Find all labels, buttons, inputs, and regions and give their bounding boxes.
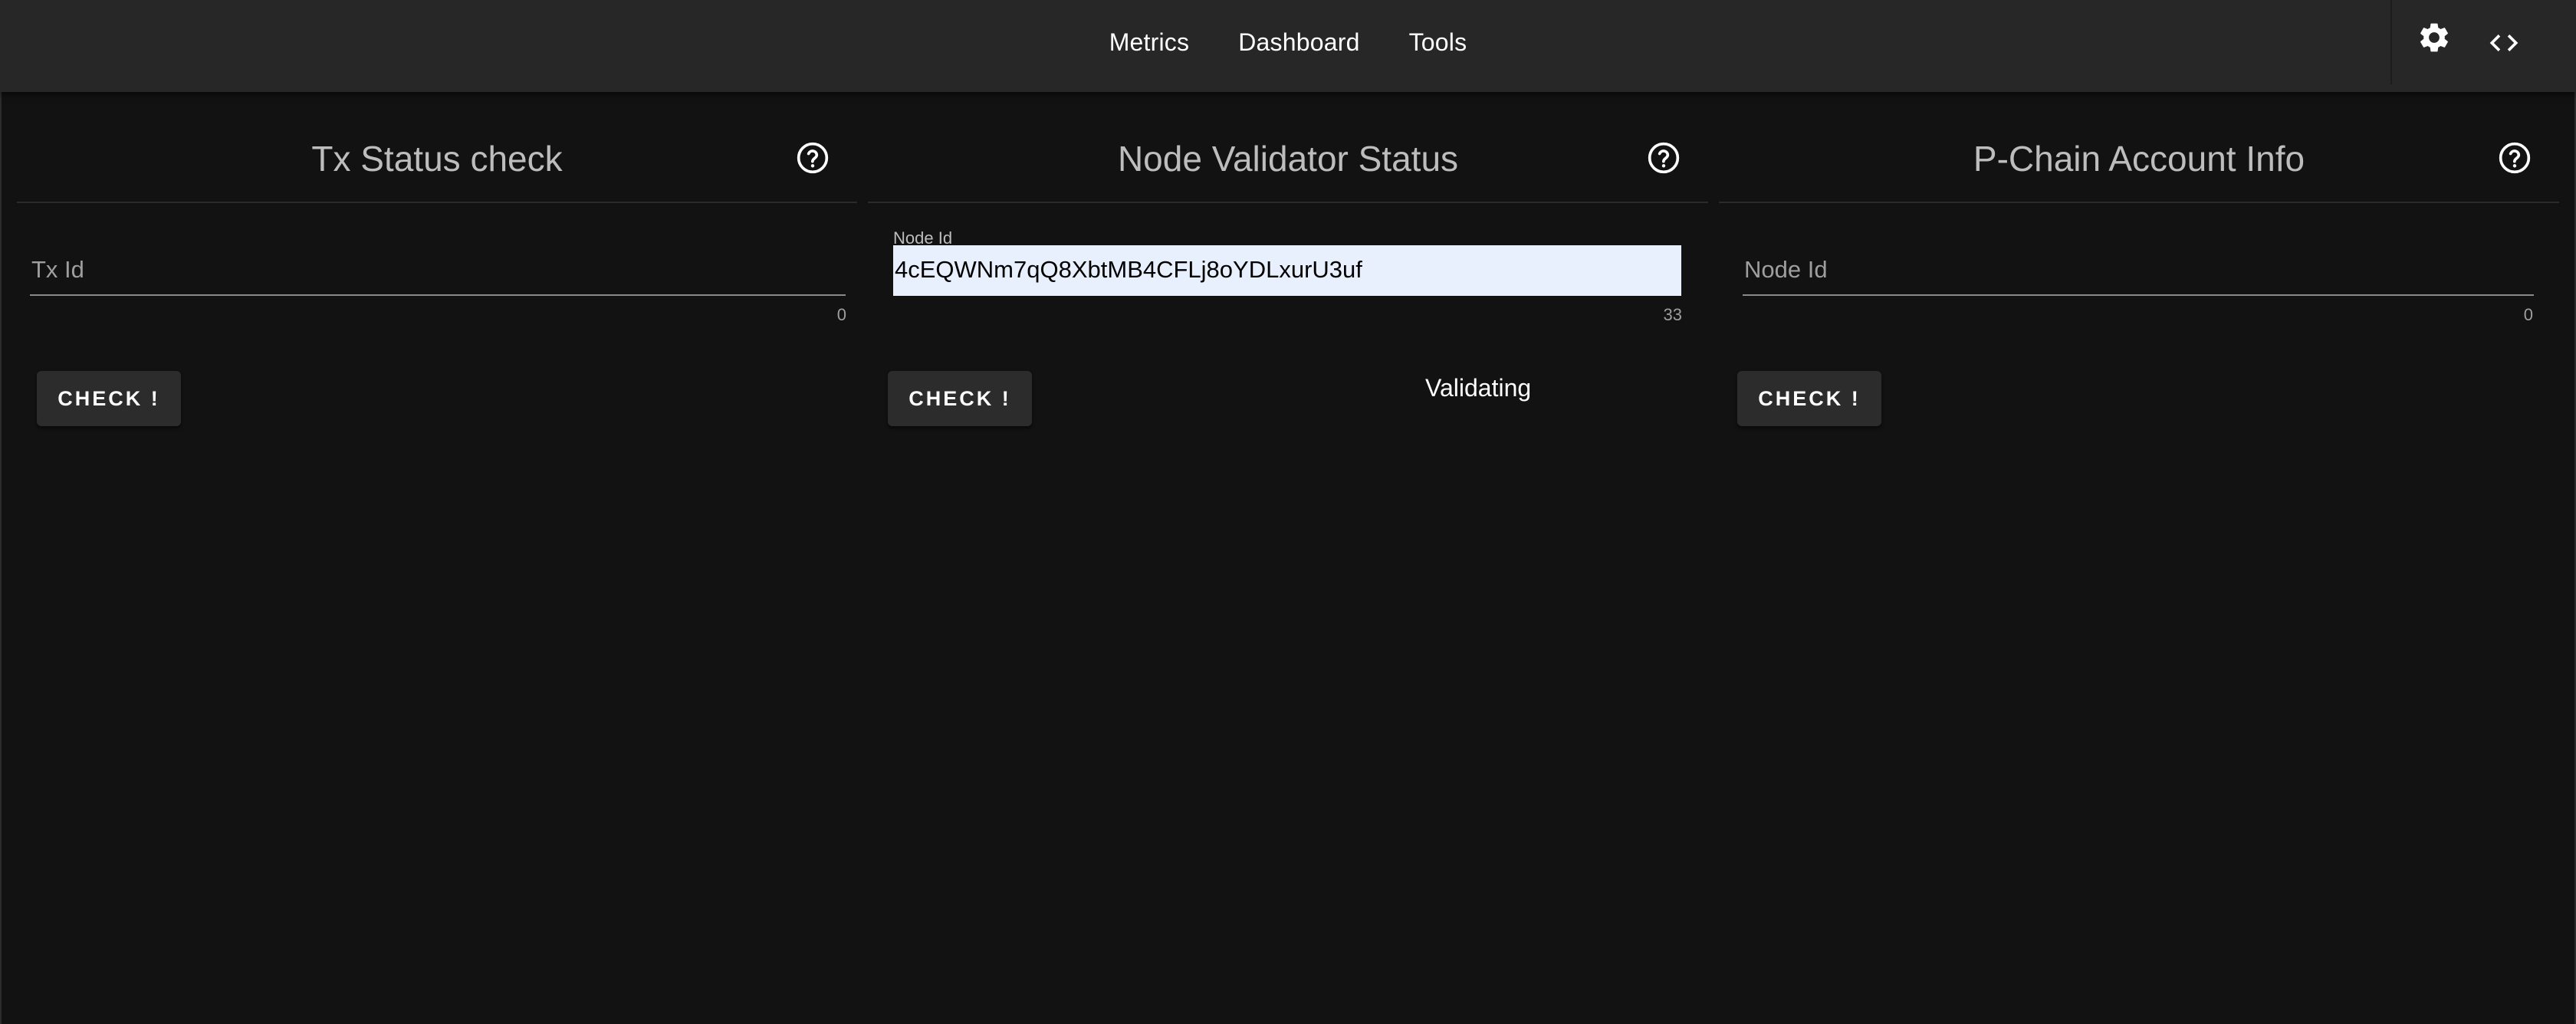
top-app-bar: Metrics Dashboard Tools (0, 0, 2576, 92)
nav-item-tools[interactable]: Tools (1385, 28, 1492, 57)
toolbar-divider (2390, 0, 2392, 84)
tx-id-input[interactable] (30, 245, 846, 296)
panel-title: P-Chain Account Info (1973, 139, 2305, 179)
node-id-input[interactable] (893, 245, 1681, 296)
validator-status-result: Validating (1425, 374, 1532, 402)
check-button[interactable]: CHECK ! (1737, 371, 1881, 426)
p-chain-account-panel: P-Chain Account Info 0 CHECK ! (1719, 92, 2559, 445)
panel-title: Node Validator Status (1117, 139, 1459, 179)
char-counter: 33 (1663, 305, 1682, 324)
main-nav: Metrics Dashboard Tools (0, 0, 2576, 84)
window-left-border (0, 0, 2, 1024)
char-counter: 0 (836, 305, 846, 324)
nav-item-dashboard[interactable]: Dashboard (1214, 28, 1384, 57)
help-icon[interactable] (1647, 141, 1681, 175)
check-button[interactable]: CHECK ! (888, 371, 1032, 426)
panel-divider (1719, 202, 2559, 203)
node-id-input[interactable] (1743, 245, 2534, 296)
tx-status-panel: Tx Status check 0 CHECK ! (17, 92, 857, 445)
help-icon[interactable] (2498, 141, 2532, 175)
code-icon[interactable] (2487, 26, 2521, 60)
panel-divider (17, 202, 857, 203)
nav-item-metrics[interactable]: Metrics (1085, 28, 1214, 57)
panel-title: Tx Status check (311, 139, 563, 179)
node-validator-panel: Node Validator Status Node Id 33 CHECK !… (868, 92, 1708, 445)
gear-icon[interactable] (2417, 20, 2452, 55)
panel-divider (868, 202, 1708, 203)
check-button[interactable]: CHECK ! (37, 371, 181, 426)
char-counter: 0 (2523, 305, 2533, 324)
help-icon[interactable] (796, 141, 830, 175)
